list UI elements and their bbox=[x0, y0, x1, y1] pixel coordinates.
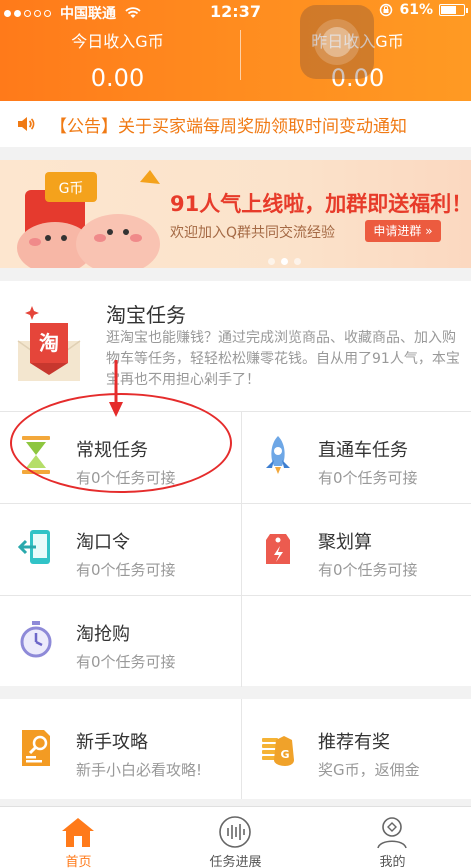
coin-bag-icon: G bbox=[262, 736, 294, 766]
guide-sub: 新手小白必看攻略! bbox=[76, 761, 203, 779]
tab-profile[interactable]: 我的 bbox=[314, 807, 471, 868]
rotation-lock-icon bbox=[380, 3, 393, 17]
speaker-icon bbox=[18, 117, 35, 131]
stopwatch-icon bbox=[20, 621, 52, 658]
battery-icon bbox=[439, 4, 468, 16]
carousel-dot bbox=[268, 258, 275, 265]
task-express[interactable]: 直通车任务 有0个任务可接 bbox=[242, 412, 471, 503]
tab-label: 任务进展 bbox=[209, 855, 262, 868]
income-header: 中国联通 12:37 61% 今日收入G币 0.00 昨日收入G币 0.00 bbox=[0, 0, 471, 101]
profile-icon bbox=[377, 817, 407, 849]
tab-home[interactable]: 首页 bbox=[0, 807, 157, 868]
annotation-circle bbox=[10, 393, 232, 493]
task-name: 直通车任务 bbox=[318, 440, 408, 461]
guide-name: 新手攻略 bbox=[76, 732, 148, 753]
home-icon bbox=[62, 818, 94, 847]
task-count: 有0个任务可接 bbox=[76, 561, 176, 579]
grid-divider bbox=[241, 699, 242, 799]
taobao-task-title: 淘宝任务 bbox=[106, 303, 186, 327]
assistive-touch-button[interactable] bbox=[300, 5, 374, 79]
task-juhuasuan[interactable]: 聚划算 有0个任务可接 bbox=[242, 504, 471, 595]
today-income-value: 0.00 bbox=[90, 64, 145, 92]
task-count: 有0个任务可接 bbox=[318, 561, 418, 579]
carousel-dots bbox=[268, 258, 301, 265]
guide-section: 新手攻略 新手小白必看攻略! G 推荐有奖 奖G币，返佣金 bbox=[0, 699, 471, 799]
phone-exit-icon bbox=[18, 530, 50, 564]
task-name: 淘抢购 bbox=[76, 624, 130, 645]
taobao-task-description: 逛淘宝也能赚钱？通过完成浏览商品、收藏商品、加入购物车等任务，轻轻松松赚零花钱。… bbox=[106, 330, 460, 388]
banner-headline: 91人气上线啦，加群即送福利！ bbox=[170, 192, 471, 216]
guide-referral[interactable]: G 推荐有奖 奖G币，返佣金 bbox=[242, 704, 471, 795]
banner-illustration: G币 bbox=[17, 170, 160, 268]
task-name: 聚划算 bbox=[318, 532, 372, 553]
promo-banner[interactable]: G币 91人气上线啦，加群即送福利！ 欢迎加入Q群共同交流经验 申请进群 » bbox=[0, 160, 471, 268]
carousel-dot-active bbox=[281, 258, 288, 265]
tab-label: 我的 bbox=[379, 855, 406, 868]
taobao-envelope-icon: 淘 bbox=[17, 306, 81, 381]
rocket-icon bbox=[266, 436, 290, 474]
tab-label: 首页 bbox=[65, 855, 92, 868]
guide-doc-icon bbox=[22, 730, 50, 766]
announcement-text: 【公告】关于买家端每周奖励领取时间变动通知 bbox=[50, 116, 407, 137]
status-bar: 中国联通 12:37 61% bbox=[0, 0, 471, 22]
carousel-dot bbox=[294, 258, 301, 265]
task-taoqianggou[interactable]: 淘抢购 有0个任务可接 bbox=[0, 596, 235, 687]
bottom-tab-bar: 首页 任务进展 我的 bbox=[0, 806, 471, 868]
task-taokouling[interactable]: 淘口令 有0个任务可接 bbox=[0, 504, 235, 595]
banner-subline: 欢迎加入Q群共同交流经验 bbox=[170, 225, 336, 241]
grid-divider bbox=[0, 595, 471, 596]
today-income: 今日收入G币 0.00 bbox=[0, 24, 235, 92]
tab-progress[interactable]: 任务进展 bbox=[157, 807, 314, 868]
grid-divider bbox=[0, 503, 471, 504]
battery-percent: 61% bbox=[399, 2, 433, 18]
task-count: 有0个任务可接 bbox=[318, 469, 418, 487]
guide-name: 推荐有奖 bbox=[318, 732, 390, 753]
progress-icon bbox=[219, 816, 251, 848]
coin-label: G币 bbox=[59, 181, 84, 197]
join-group-button[interactable]: 申请进群 » bbox=[365, 220, 441, 242]
taobao-badge: 淘 bbox=[39, 331, 59, 355]
grid-divider bbox=[241, 412, 242, 687]
task-name: 淘口令 bbox=[76, 532, 130, 553]
guide-newbie[interactable]: 新手攻略 新手小白必看攻略! bbox=[0, 704, 235, 795]
announcement-bar[interactable]: 【公告】关于买家端每周奖励领取时间变动通知 bbox=[0, 101, 471, 147]
taobao-task-intro: 淘 淘宝任务 逛淘宝也能赚钱？通过完成浏览商品、收藏商品、加入购物车等任务，轻轻… bbox=[0, 281, 471, 411]
today-income-label: 今日收入G币 bbox=[71, 32, 164, 51]
guide-sub: 奖G币，返佣金 bbox=[318, 761, 420, 779]
task-count: 有0个任务可接 bbox=[76, 653, 176, 671]
coin-bag-badge: G bbox=[280, 748, 289, 761]
tag-icon bbox=[266, 534, 290, 564]
